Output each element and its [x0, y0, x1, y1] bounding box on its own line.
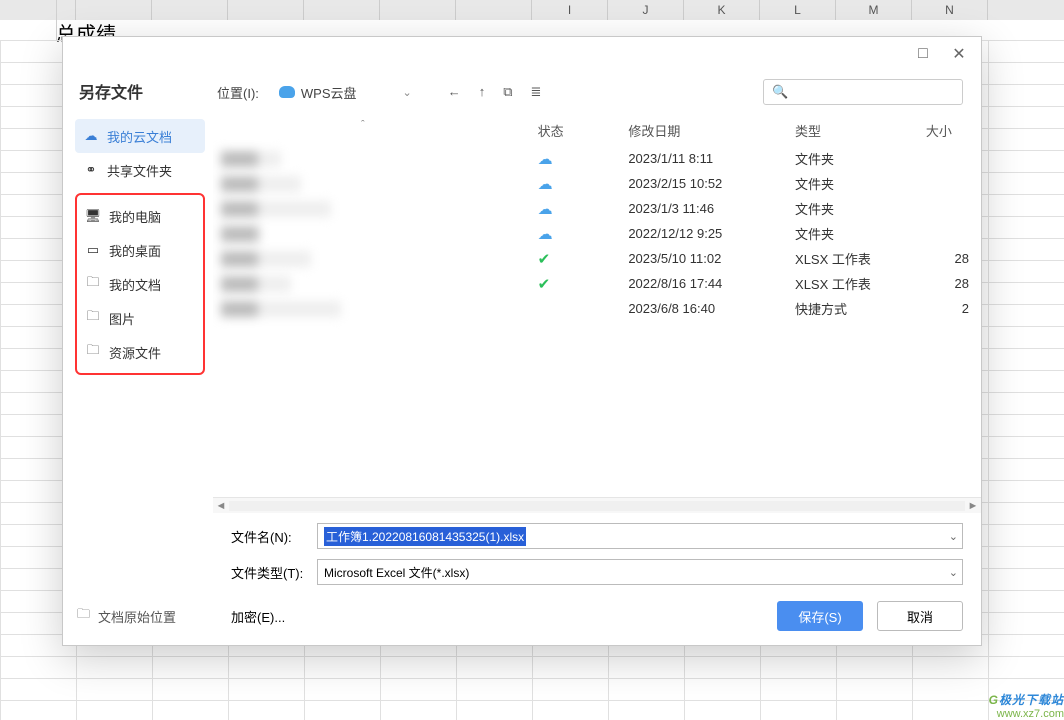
- folder-icon: 🗀: [77, 605, 90, 627]
- filetype-label: 文件类型(T):: [231, 563, 317, 582]
- filename-value[interactable]: 工作簿1.20220816081435325(1).xlsx: [324, 527, 526, 546]
- save-as-dialog: □ ✕ 另存文件 ☁ 我的云文档 ⚭ 共享文件夹 🖥 我的电脑 ▭ 我的桌面: [62, 36, 982, 646]
- sidebar-item-resources[interactable]: 🗀 资源文件: [77, 335, 203, 369]
- file-row[interactable]: ████☁2022/12/12 9:25文件夹: [217, 221, 981, 246]
- cancel-button[interactable]: 取消: [877, 601, 963, 631]
- chevron-down-icon: ⌄: [403, 86, 412, 99]
- sidebar-item-label: 我的桌面: [109, 241, 161, 260]
- encrypt-link[interactable]: 加密(E)...: [231, 607, 285, 626]
- column-headers: IJ KL MN: [0, 0, 1064, 20]
- maximize-icon[interactable]: □: [909, 42, 937, 66]
- sidebar-item-label: 共享文件夹: [107, 161, 172, 180]
- folder-icon: 🗀: [85, 273, 101, 295]
- new-folder-icon[interactable]: ⧉: [503, 84, 512, 100]
- sidebar-item-shared[interactable]: ⚭ 共享文件夹: [75, 153, 205, 187]
- location-dropdown[interactable]: WPS云盘 ⌄: [273, 81, 418, 104]
- file-row[interactable]: ████☁2023/1/11 8:11文件夹: [217, 146, 981, 171]
- filetype-combo[interactable]: Microsoft Excel 文件(*.xlsx) ⌄: [317, 559, 963, 585]
- file-row[interactable]: ████☁2023/2/15 10:52文件夹: [217, 171, 981, 196]
- search-box[interactable]: 🔍: [763, 79, 963, 105]
- back-icon[interactable]: ←: [448, 84, 461, 100]
- folder-icon: 🗀: [85, 307, 101, 329]
- filename-label: 文件名(N):: [231, 527, 317, 546]
- location-label: 位置(I):: [217, 83, 259, 102]
- file-row[interactable]: ████☁2023/1/3 11:46文件夹: [217, 196, 981, 221]
- monitor-icon: 🖥: [85, 208, 101, 224]
- save-button[interactable]: 保存(S): [777, 601, 863, 631]
- sort-caret-icon[interactable]: ˆ: [361, 119, 365, 131]
- sidebar-item-my-documents[interactable]: 🗀 我的文档: [77, 267, 203, 301]
- search-icon: 🔍: [772, 84, 788, 100]
- dialog-title: 另存文件: [75, 71, 205, 119]
- file-row[interactable]: ████✔2023/5/10 11:02XLSX 工作表28: [217, 246, 981, 271]
- sidebar: 另存文件 ☁ 我的云文档 ⚭ 共享文件夹 🖥 我的电脑 ▭ 我的桌面: [63, 71, 213, 645]
- view-icon[interactable]: ≣: [531, 84, 542, 100]
- titlebar: □ ✕: [63, 37, 981, 71]
- sidebar-item-pictures[interactable]: 🗀 图片: [77, 301, 203, 335]
- file-row[interactable]: ████2023/6/8 16:40快捷方式2: [217, 296, 981, 321]
- scroll-left-icon[interactable]: ◄: [213, 500, 229, 512]
- sidebar-item-my-desktop[interactable]: ▭ 我的桌面: [77, 233, 203, 267]
- filename-combo[interactable]: 工作簿1.20220816081435325(1).xlsx ⌄: [317, 523, 963, 549]
- highlight-box: 🖥 我的电脑 ▭ 我的桌面 🗀 我的文档 🗀 图片 🗀 资源文件: [75, 193, 205, 375]
- scroll-right-icon[interactable]: ►: [965, 500, 981, 512]
- share-icon: ⚭: [83, 162, 99, 178]
- cloud-disk-icon: [279, 86, 295, 98]
- sidebar-item-label: 我的电脑: [109, 207, 161, 226]
- sidebar-item-cloud-docs[interactable]: ☁ 我的云文档: [75, 119, 205, 153]
- folder-icon: 🗀: [85, 341, 101, 363]
- path-toolbar: 位置(I): WPS云盘 ⌄ ← ↑ ⧉ ≣ 🔍: [213, 71, 981, 115]
- sidebar-item-label: 图片: [109, 309, 135, 328]
- sidebar-item-my-computer[interactable]: 🖥 我的电脑: [77, 199, 203, 233]
- close-icon[interactable]: ✕: [945, 42, 973, 66]
- file-list[interactable]: ˆ 状态 修改日期 类型 大小 ████☁2023/1/11 8:11文件夹██…: [213, 115, 981, 497]
- sidebar-item-label: 资源文件: [109, 343, 161, 362]
- original-location-link[interactable]: 🗀 文档原始位置: [77, 605, 176, 627]
- sidebar-item-label: 我的文档: [109, 275, 161, 294]
- location-value: WPS云盘: [301, 83, 357, 102]
- horizontal-scrollbar[interactable]: ◄ ►: [213, 497, 981, 513]
- file-list-header[interactable]: 状态 修改日期 类型 大小: [217, 115, 981, 146]
- sidebar-item-label: 我的云文档: [107, 127, 172, 146]
- cloud-icon: ☁: [83, 128, 99, 144]
- chevron-down-icon[interactable]: ⌄: [949, 566, 958, 579]
- watermark: G极光下载站 www.xz7.com: [989, 691, 1064, 720]
- chevron-down-icon[interactable]: ⌄: [949, 530, 958, 543]
- search-input[interactable]: [788, 85, 954, 99]
- up-icon[interactable]: ↑: [479, 84, 486, 100]
- desktop-icon: ▭: [85, 242, 101, 258]
- filetype-value: Microsoft Excel 文件(*.xlsx): [324, 564, 956, 581]
- file-row[interactable]: ████✔2022/8/16 17:44XLSX 工作表28: [217, 271, 981, 296]
